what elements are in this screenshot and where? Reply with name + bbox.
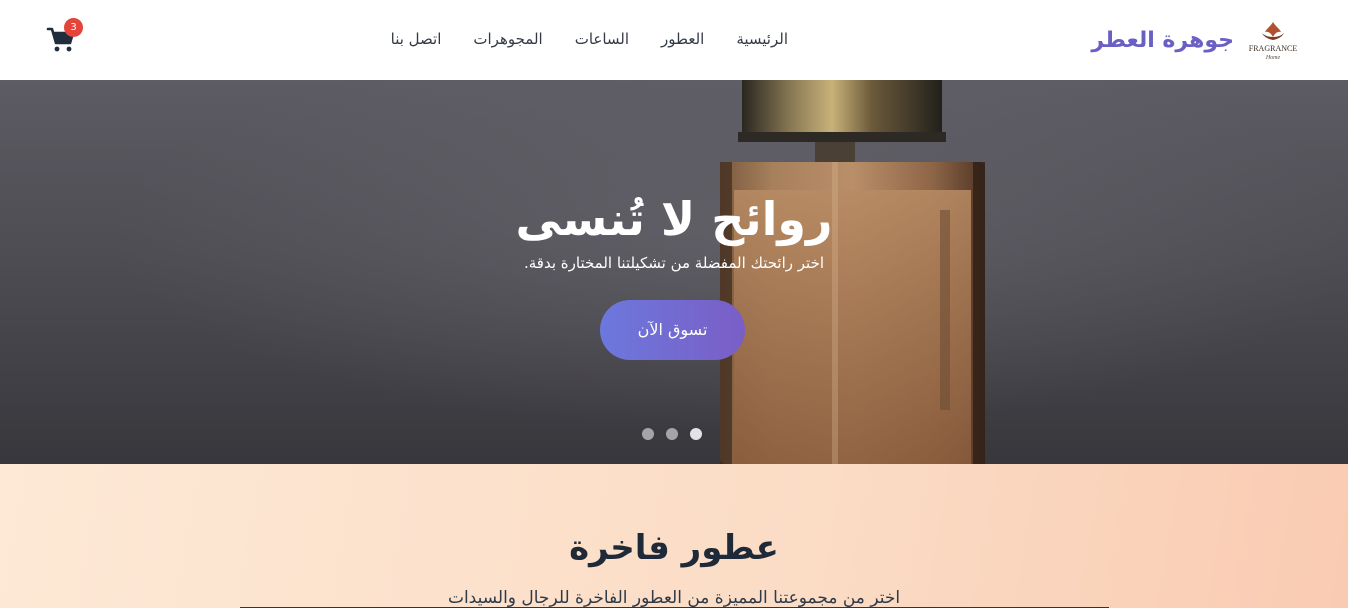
shop-now-button[interactable]: تسوق الآن [600, 300, 745, 360]
featured-section: عطور فاخرة اختر من مجموعتنا المميزة من ا… [0, 464, 1348, 608]
section-subtitle: اختر من مجموعتنا المميزة من العطور الفاخ… [447, 588, 901, 608]
main-nav: الرئيسية العطور الساعات المجوهرات اتصل ب… [391, 30, 788, 48]
slider-dot-2[interactable] [666, 428, 678, 440]
slider-dot-1[interactable] [642, 428, 654, 440]
nav-item-watches[interactable]: الساعات [575, 30, 629, 48]
slider-dot-3[interactable] [690, 428, 702, 440]
fragrance-logo[interactable]: FRAGRANCE Home [1248, 18, 1298, 62]
svg-text:FRAGRANCE: FRAGRANCE [1249, 44, 1298, 53]
site-header: FRAGRANCE Home جوهرة العطر الرئيسية العط… [0, 0, 1348, 80]
hero-subtitle: اختر رائحتك المفضلة من تشكيلتنا المختارة… [523, 254, 825, 272]
cart-button[interactable]: 3 [46, 18, 83, 54]
perfume-bottle-image [720, 80, 985, 464]
svg-text:Home: Home [1265, 55, 1281, 61]
hero-title: روائح لا تُنسى [515, 192, 833, 246]
brand-name[interactable]: جوهرة العطر [1091, 28, 1234, 53]
section-title: عطور فاخرة [569, 528, 779, 568]
nav-item-jewelry[interactable]: المجوهرات [473, 30, 542, 48]
slider-dots [642, 428, 702, 440]
cart-count-badge: 3 [64, 18, 83, 37]
nav-item-contact[interactable]: اتصل بنا [391, 30, 442, 48]
nav-item-perfumes[interactable]: العطور [661, 30, 704, 48]
brand[interactable]: FRAGRANCE Home جوهرة العطر [1091, 16, 1298, 64]
nav-item-home[interactable]: الرئيسية [736, 30, 788, 48]
hero-slider: روائح لا تُنسى اختر رائحتك المفضلة من تش… [0, 80, 1348, 464]
